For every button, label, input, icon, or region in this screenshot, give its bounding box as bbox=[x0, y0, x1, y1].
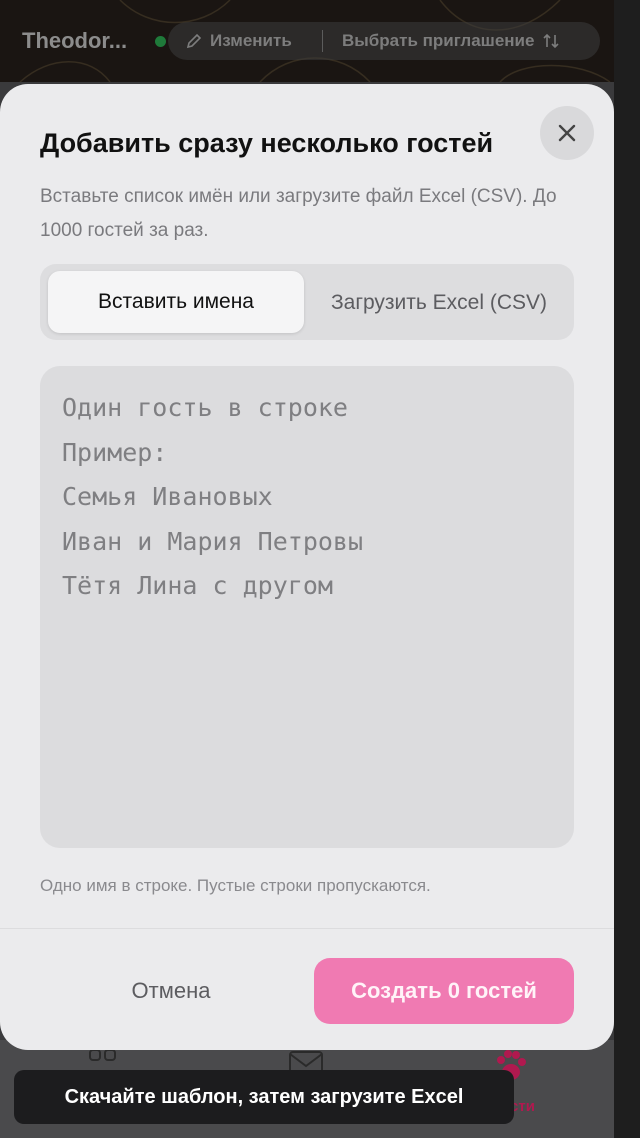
cancel-button[interactable]: Отмена bbox=[40, 958, 302, 1024]
app-title: Theodor... bbox=[22, 28, 128, 53]
placeholder-line: Семья Ивановых bbox=[62, 482, 273, 511]
close-icon bbox=[558, 124, 576, 142]
online-status-dot bbox=[155, 36, 166, 47]
placeholder-line: Пример: bbox=[62, 437, 168, 467]
close-button[interactable] bbox=[540, 106, 594, 160]
dialog-description: Вставьте список имён или загрузите файл … bbox=[40, 186, 557, 241]
guest-names-textarea[interactable]: Один гость в строке Пример: Семья Иванов… bbox=[40, 366, 574, 848]
placeholder-line: Тётя Лина с другом bbox=[62, 571, 333, 600]
page-edge bbox=[614, 0, 640, 1138]
pill-divider bbox=[322, 30, 323, 52]
create-guests-button[interactable]: Создать 0 гостей bbox=[314, 958, 574, 1024]
pencil-icon bbox=[186, 33, 202, 49]
textarea-hint: Одно имя в строке. Пустые строки пропуск… bbox=[40, 876, 431, 895]
edit-button[interactable]: Изменить bbox=[186, 31, 292, 51]
footer-divider bbox=[0, 928, 614, 929]
edit-button-label: Изменить bbox=[210, 31, 292, 50]
toast-notification: Скачайте шаблон, затем загрузите Excel bbox=[14, 1070, 514, 1124]
tab-paste-names[interactable]: Вставить имена bbox=[48, 271, 304, 333]
sort-arrows-icon bbox=[543, 33, 560, 49]
dialog-title: Добавить сразу несколько гостей bbox=[40, 128, 494, 158]
choose-invitation-label: Выбрать приглашение bbox=[342, 31, 535, 50]
tab-upload-excel[interactable]: Загрузить Excel (CSV) bbox=[308, 268, 570, 338]
placeholder-line: Один гость в строке bbox=[62, 393, 348, 422]
choose-invitation-button[interactable]: Выбрать приглашение bbox=[342, 31, 560, 51]
placeholder-line: Иван и Мария Петровы bbox=[62, 526, 364, 556]
